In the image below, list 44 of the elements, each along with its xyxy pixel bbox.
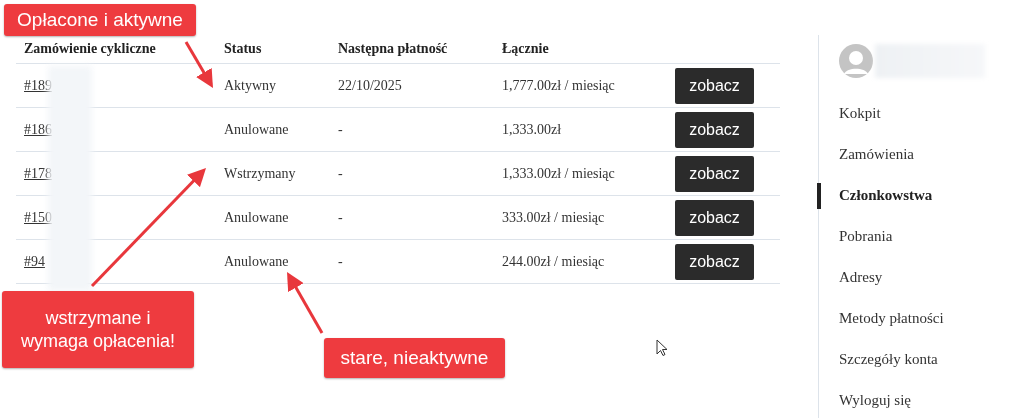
sidebar-item[interactable]: Zamówienia	[819, 134, 1024, 175]
order-link[interactable]: #178	[24, 165, 52, 182]
column-header: Łącznie	[501, 40, 550, 57]
sidebar-item[interactable]: Członkowstwa	[819, 175, 1024, 216]
table-cell-text: -	[337, 209, 344, 226]
column-header: Następna płatność	[337, 40, 449, 57]
order-link[interactable]: #189	[24, 77, 52, 94]
table-cell-text: 22/10/2025	[337, 77, 403, 94]
sidebar-item[interactable]: Wyloguj się	[819, 380, 1024, 418]
table-cell-text: Anulowane	[223, 121, 290, 138]
annotation-label: wstrzymane i wymaga opłacenia!	[2, 291, 194, 368]
table-cell-text: Aktywny	[223, 77, 278, 94]
avatar-icon	[839, 44, 873, 78]
table-cell-text: -	[337, 121, 344, 138]
arrow	[287, 272, 324, 334]
table-cell-text: 1,333.00zł	[501, 121, 563, 138]
table-cell-text: Anulowane	[223, 209, 290, 226]
table-cell-text: 1,333.00zł / miesiąc	[501, 165, 616, 182]
table-cell-text: 1,777.00zł / miesiąc	[501, 77, 616, 94]
table-cell-text: 244.00zł / miesiąc	[501, 253, 606, 270]
sidebar-item[interactable]: Metody płatności	[819, 298, 1024, 339]
order-link[interactable]: #150	[24, 209, 52, 226]
column-header: Status	[223, 40, 263, 57]
view-button[interactable]: zobacz	[675, 155, 754, 192]
arrow	[184, 41, 213, 88]
cursor-icon	[656, 339, 668, 357]
sidebar-item[interactable]: Szczegóły konta	[819, 339, 1024, 380]
column-header: Zamówienie cykliczne	[23, 40, 157, 57]
table-cell-text: Wstrzymany	[223, 165, 297, 182]
table-cell-text: 333.00zł / miesiąc	[501, 209, 606, 226]
sidebar-item[interactable]: Pobrania	[819, 216, 1024, 257]
view-button[interactable]: zobacz	[675, 243, 754, 280]
view-button[interactable]: zobacz	[675, 111, 754, 148]
order-link[interactable]: #186	[24, 121, 52, 138]
annotation-label: stare, nieaktywne	[324, 338, 505, 378]
sidebar-item[interactable]: Kokpit	[819, 93, 1024, 134]
order-link[interactable]: #94	[24, 253, 45, 270]
view-button[interactable]: zobacz	[675, 67, 754, 104]
table-cell-text: Anulowane	[223, 253, 290, 270]
sidebar-item[interactable]: Adresy	[819, 257, 1024, 298]
table-cell-text: -	[337, 165, 344, 182]
view-button[interactable]: zobacz	[675, 199, 754, 236]
annotation-label: Opłacone i aktywne	[4, 4, 196, 36]
table-cell-text: -	[337, 253, 344, 270]
